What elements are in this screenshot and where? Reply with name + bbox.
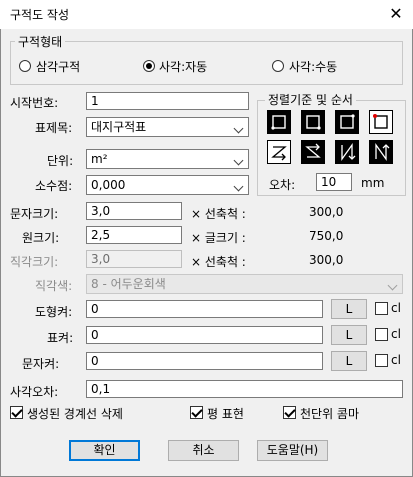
decimal-combo[interactable]: 0,000 xyxy=(86,175,249,195)
text-size-scale-value: 300,0 xyxy=(309,205,344,219)
radio-square-auto-label[interactable]: 사각:자동 xyxy=(159,58,207,75)
sort-square-selected-icon xyxy=(373,114,388,129)
text-size-label: 문자크기: xyxy=(10,207,59,221)
square-size-label: 직각크기: xyxy=(10,255,59,269)
cancel-button[interactable]: 취소 xyxy=(168,440,239,461)
sort-order-tile-4[interactable] xyxy=(369,110,393,134)
title-combo[interactable]: 대지구적표 xyxy=(86,117,249,137)
text-size-input[interactable]: 3,0 xyxy=(86,202,182,220)
sort-direction-tile-4[interactable] xyxy=(369,140,393,164)
square-color-combo[interactable]: 8 - 어두운회색 xyxy=(86,274,403,294)
table-layer-cl-label: cl xyxy=(391,327,401,341)
radio-triangle[interactable] xyxy=(19,60,31,72)
chevron-down-icon xyxy=(387,280,398,291)
pyeong-label[interactable]: 평 표현 xyxy=(207,405,244,422)
z-order-icon xyxy=(271,146,287,161)
sort-square-icon xyxy=(306,115,321,130)
square-error-input[interactable]: 0,1 xyxy=(86,380,403,398)
circle-size-scale-label: × 글크기 : xyxy=(191,231,246,245)
thousand-comma-label[interactable]: 천단위 콤마 xyxy=(300,405,359,422)
radio-triangle-label[interactable]: 삼각구적 xyxy=(36,58,80,75)
z-order-reverse-icon xyxy=(305,143,321,158)
square-size-scale-label: × 선축척 : xyxy=(191,255,246,269)
sort-direction-tile-3[interactable] xyxy=(335,140,359,164)
sort-square-icon xyxy=(340,114,355,129)
radio-square-manual-label[interactable]: 사각:수동 xyxy=(289,58,337,75)
square-color-value: 8 - 어두운회색 xyxy=(91,277,166,291)
delete-boundary-label[interactable]: 생성된 경계선 삭제 xyxy=(27,405,123,422)
square-size-input[interactable]: 3,0 xyxy=(86,250,182,268)
delete-boundary-checkbox[interactable] xyxy=(10,406,23,419)
table-layer-label: 표켜: xyxy=(47,331,74,345)
unit-label: 단위: xyxy=(47,154,74,168)
text-layer-input[interactable]: 0 xyxy=(86,352,323,370)
table-layer-pick-button[interactable]: L xyxy=(331,325,367,345)
n-order-reverse-icon xyxy=(375,142,390,162)
tolerance-unit: mm xyxy=(361,176,385,190)
ok-button[interactable]: 확인 xyxy=(69,440,140,461)
square-error-label: 사각오차: xyxy=(10,385,59,399)
title-label: 표제목: xyxy=(35,121,73,135)
shape-layer-pick-button[interactable]: L xyxy=(331,299,367,319)
text-size-scale-label: × 선축척 : xyxy=(191,207,246,221)
shape-type-group-label: 구적형태 xyxy=(15,33,66,50)
help-button[interactable]: 도움말(H) xyxy=(257,440,328,461)
decimal-label: 소수점: xyxy=(35,179,73,193)
decimal-combo-value: 0,000 xyxy=(91,178,126,192)
window-title: 구적도 작성 xyxy=(10,8,70,22)
square-size-scale-value: 300,0 xyxy=(309,253,344,267)
start-number-label: 시작번호: xyxy=(10,96,59,110)
shape-layer-cl-label: cl xyxy=(391,301,401,315)
square-color-label: 직각색: xyxy=(35,279,73,293)
sort-order-tile-2[interactable] xyxy=(301,110,325,134)
shape-layer-cl-checkbox[interactable] xyxy=(375,302,388,315)
sort-order-tile-3[interactable] xyxy=(335,110,359,134)
pyeong-checkbox[interactable] xyxy=(190,406,203,419)
sort-order-tile-1[interactable] xyxy=(267,110,291,134)
text-layer-pick-button[interactable]: L xyxy=(331,351,367,371)
chevron-down-icon xyxy=(233,181,244,192)
circle-size-scale-value: 750,0 xyxy=(309,229,344,243)
shape-layer-label: 도형켜: xyxy=(35,305,73,319)
circle-size-input[interactable]: 2,5 xyxy=(86,226,182,244)
table-layer-input[interactable]: 0 xyxy=(86,326,323,344)
shape-layer-input[interactable]: 0 xyxy=(86,300,323,318)
chevron-down-icon xyxy=(233,155,244,166)
unit-combo-value: m² xyxy=(91,152,108,166)
sort-direction-tile-2[interactable] xyxy=(301,140,325,164)
thousand-comma-checkbox[interactable] xyxy=(283,406,296,419)
chevron-down-icon xyxy=(233,123,244,134)
table-layer-cl-checkbox[interactable] xyxy=(375,328,388,341)
sort-direction-tile-1[interactable] xyxy=(267,140,291,164)
close-icon[interactable]: ✕ xyxy=(384,3,408,25)
n-order-icon xyxy=(341,142,356,162)
sort-square-icon xyxy=(271,115,286,130)
tolerance-label: 오차: xyxy=(269,178,296,192)
circle-size-label: 원크기: xyxy=(22,231,60,245)
radio-square-auto[interactable] xyxy=(143,60,155,72)
unit-combo[interactable]: m² xyxy=(86,149,249,169)
radio-square-manual[interactable] xyxy=(272,60,284,72)
sort-group-label: 정렬기준 및 순서 xyxy=(265,91,356,108)
text-layer-label: 문자켜: xyxy=(22,357,60,371)
start-number-input[interactable]: 1 xyxy=(86,92,249,110)
title-combo-value: 대지구적표 xyxy=(91,120,147,134)
tolerance-input[interactable]: 10 xyxy=(316,173,352,191)
text-layer-cl-checkbox[interactable] xyxy=(375,354,388,367)
text-layer-cl-label: cl xyxy=(391,353,401,367)
